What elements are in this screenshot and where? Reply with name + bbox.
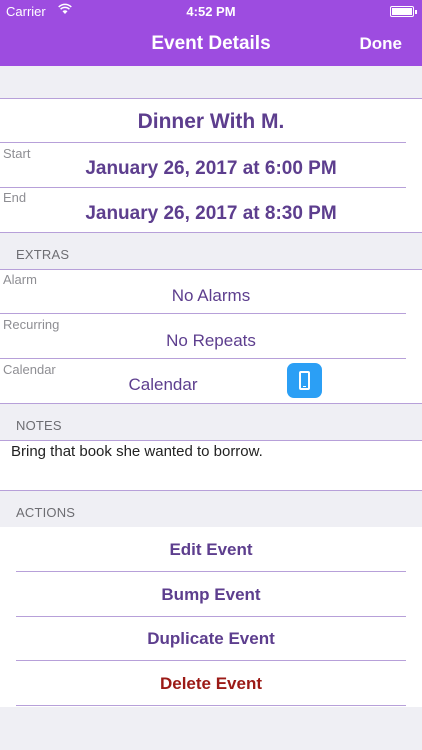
divider bbox=[0, 98, 422, 99]
delete-event-button[interactable]: Delete Event bbox=[0, 674, 422, 694]
bump-event-button[interactable]: Bump Event bbox=[0, 585, 422, 605]
recurring-value[interactable]: No Repeats bbox=[0, 331, 422, 351]
status-bar: Carrier 4:52 PM bbox=[0, 0, 422, 24]
recurring-label: Recurring bbox=[3, 317, 60, 332]
divider bbox=[16, 705, 406, 706]
alarm-label: Alarm bbox=[3, 272, 37, 287]
status-time: 4:52 PM bbox=[186, 4, 236, 19]
duplicate-event-button[interactable]: Duplicate Event bbox=[0, 629, 422, 649]
divider bbox=[0, 232, 422, 233]
divider bbox=[0, 440, 422, 441]
divider bbox=[0, 269, 422, 270]
divider bbox=[0, 358, 406, 359]
end-date-value[interactable]: January 26, 2017 at 8:30 PM bbox=[0, 203, 422, 225]
extras-header: EXTRAS bbox=[16, 247, 70, 262]
event-title: Dinner With M. bbox=[137, 110, 285, 133]
start-date-value[interactable]: January 26, 2017 at 6:00 PM bbox=[0, 158, 422, 180]
divider bbox=[0, 187, 406, 188]
divider bbox=[0, 403, 422, 404]
divider bbox=[0, 142, 406, 143]
divider bbox=[16, 660, 406, 661]
alarm-value[interactable]: No Alarms bbox=[0, 286, 422, 306]
notes-header: NOTES bbox=[16, 418, 62, 433]
notes-text[interactable]: Bring that book she wanted to borrow. bbox=[11, 443, 263, 460]
done-button[interactable]: Done bbox=[360, 34, 403, 54]
divider bbox=[16, 571, 406, 572]
navigation-bar: Event Details Done bbox=[0, 24, 422, 66]
phone-glyph bbox=[299, 371, 310, 390]
divider bbox=[16, 616, 406, 617]
divider bbox=[0, 490, 422, 491]
edit-event-button[interactable]: Edit Event bbox=[0, 540, 422, 560]
actions-header: ACTIONS bbox=[16, 505, 76, 520]
battery-icon bbox=[390, 6, 417, 17]
divider bbox=[0, 313, 406, 314]
phone-icon[interactable] bbox=[287, 363, 322, 398]
